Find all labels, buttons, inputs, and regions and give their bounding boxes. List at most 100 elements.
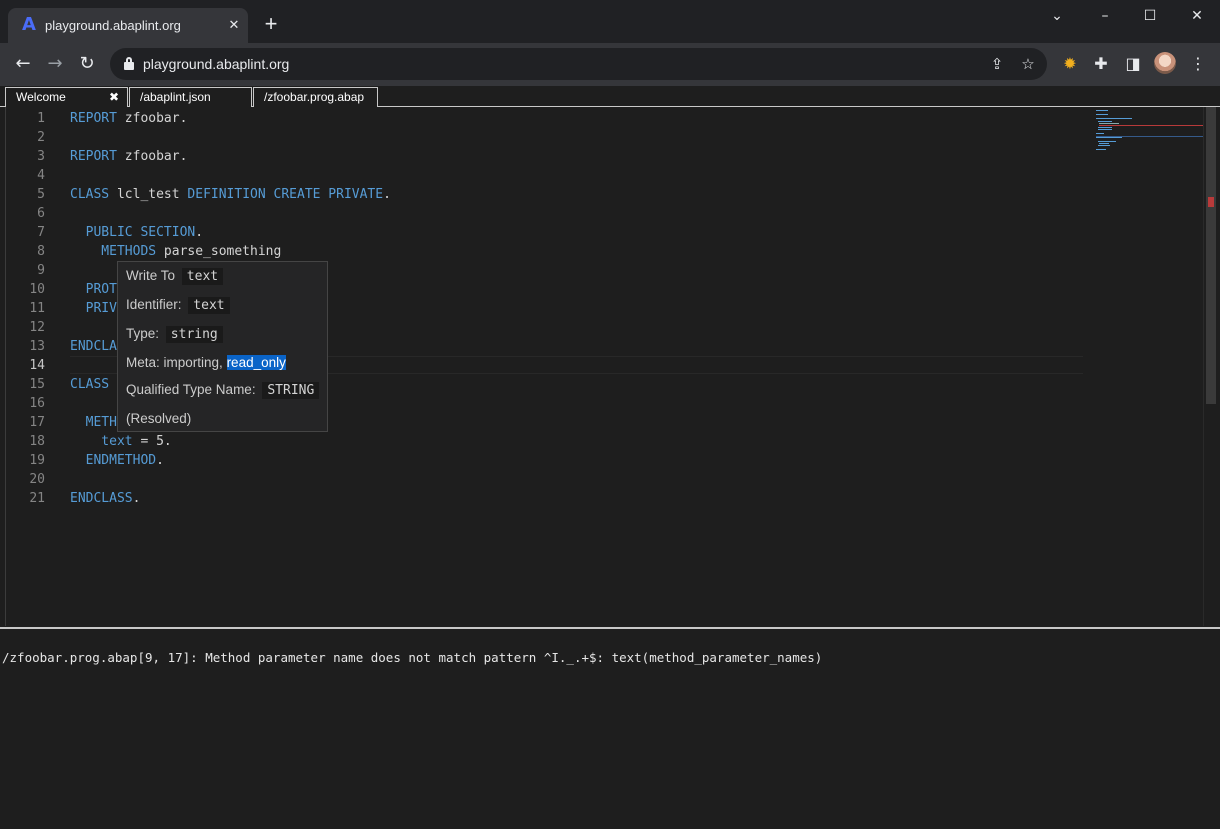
code-text[interactable]: CLASS bbox=[70, 375, 109, 394]
line-number: 9 bbox=[37, 263, 45, 278]
forward-arrow-icon[interactable]: → bbox=[42, 51, 68, 77]
url-text[interactable]: playground.abaplint.org bbox=[143, 56, 289, 72]
hover-identifier: Identifier: text bbox=[126, 295, 230, 315]
maximize-button[interactable]: ☐ bbox=[1135, 4, 1165, 28]
star-icon[interactable]: ☆ bbox=[1017, 53, 1039, 75]
code-text[interactable]: REPORT zfoobar. bbox=[70, 147, 187, 166]
code-keyword: PUBLIC SECTION bbox=[70, 225, 196, 240]
line-number: 16 bbox=[29, 396, 45, 411]
code-text[interactable]: REPORT zfoobar. bbox=[70, 109, 187, 128]
code-line[interactable]: 4 bbox=[6, 166, 1086, 185]
editor-tab-bar: Welcome ✖ /abaplint.json /zfoobar.prog.a… bbox=[0, 86, 1220, 108]
code-text[interactable]: METHODS parse_something bbox=[70, 242, 281, 261]
code-identifier: zfoobar. bbox=[116, 111, 188, 126]
scroll-thumb[interactable] bbox=[1206, 107, 1216, 404]
code-text[interactable]: ENDCLASS. bbox=[70, 489, 140, 508]
close-tab-icon[interactable]: ✕ bbox=[225, 16, 243, 34]
code-line[interactable]: 19 ENDMETHOD. bbox=[6, 451, 1086, 470]
browser-toolbar: ← → ↻ playground.abaplint.org ⇪ ☆ ✹ ✚ ◨ … bbox=[0, 43, 1220, 86]
code-identifier: . bbox=[195, 225, 204, 240]
tab-zfoobar-label: /zfoobar.prog.abap bbox=[264, 90, 365, 104]
code-keyword: METHODS bbox=[70, 244, 157, 259]
code-keyword: ENDCLA bbox=[70, 339, 117, 354]
code-text[interactable]: METH bbox=[70, 413, 117, 432]
problem-message[interactable]: /zfoobar.prog.abap[9, 17]: Method parame… bbox=[2, 650, 822, 665]
code-keyword: ENDCLASS bbox=[70, 491, 133, 506]
hover-write-to: Write To text bbox=[126, 266, 224, 286]
reload-icon[interactable]: ↻ bbox=[74, 51, 100, 77]
error-marker bbox=[1208, 197, 1214, 207]
code-text[interactable]: PRIV bbox=[70, 299, 117, 318]
code-text[interactable]: ENDCLA bbox=[70, 337, 117, 356]
code-text[interactable]: PROT bbox=[70, 280, 117, 299]
code-keyword: REPORT bbox=[70, 111, 117, 126]
browser-tab[interactable]: A playground.abaplint.org ✕ bbox=[8, 8, 248, 43]
tab-abaplint-json-label: /abaplint.json bbox=[140, 90, 211, 104]
puzzle-icon[interactable]: ✚ bbox=[1088, 51, 1114, 77]
code-keyword: CLASS bbox=[70, 377, 110, 392]
line-number: 15 bbox=[29, 377, 45, 392]
code-text[interactable]: CLASS lcl_test DEFINITION CREATE PRIVATE… bbox=[70, 185, 391, 204]
code-line[interactable]: 5 CLASS lcl_test DEFINITION CREATE PRIVAT… bbox=[6, 185, 1086, 204]
code-line[interactable]: 21 ENDCLASS. bbox=[6, 489, 1086, 508]
line-number: 13 bbox=[29, 339, 45, 354]
code-line[interactable]: 1 REPORT zfoobar. bbox=[6, 109, 1086, 128]
tab-abaplint-json[interactable]: /abaplint.json bbox=[129, 87, 252, 107]
minimize-button[interactable]: – bbox=[1090, 4, 1120, 28]
editor-scrollbar[interactable] bbox=[1203, 107, 1217, 626]
line-number: 2 bbox=[37, 130, 45, 145]
code-keyword: PRIV bbox=[70, 301, 117, 316]
sidepanel-icon[interactable]: ◨ bbox=[1120, 51, 1146, 77]
code-line[interactable]: 2 bbox=[6, 128, 1086, 147]
close-icon[interactable]: ✖ bbox=[109, 88, 119, 107]
line-number: 18 bbox=[29, 434, 45, 449]
code-line[interactable]: 18 text = 5. bbox=[6, 432, 1086, 451]
tab-zfoobar-prog-abap[interactable]: /zfoobar.prog.abap bbox=[253, 87, 378, 108]
extension-icon[interactable]: ✹ bbox=[1057, 51, 1083, 77]
avatar[interactable] bbox=[1154, 52, 1176, 74]
browser-tab-title: playground.abaplint.org bbox=[45, 18, 181, 33]
hover-type-value: string bbox=[165, 326, 223, 343]
share-icon[interactable]: ⇪ bbox=[986, 53, 1008, 75]
code-identifier: = 5. bbox=[132, 434, 172, 449]
hover-write-to-value: text bbox=[181, 268, 224, 285]
line-number: 7 bbox=[37, 225, 45, 240]
hover-qualified-type: Qualified Type Name: STRING bbox=[126, 380, 320, 400]
code-line[interactable]: 8 METHODS parse_something bbox=[6, 242, 1086, 261]
line-number: 3 bbox=[37, 149, 45, 164]
code-keyword: ENDMETHOD bbox=[70, 453, 157, 468]
new-tab-button[interactable]: + bbox=[260, 13, 282, 35]
line-number: 21 bbox=[29, 491, 45, 506]
hover-identifier-value: text bbox=[188, 297, 230, 314]
code-text[interactable]: PUBLIC SECTION. bbox=[70, 223, 203, 242]
line-number: 8 bbox=[37, 244, 45, 259]
code-keyword: REPORT bbox=[70, 149, 117, 164]
code-keyword: DEFINITION CREATE PRIVATE bbox=[187, 187, 384, 202]
line-number: 5 bbox=[37, 187, 45, 202]
code-text[interactable]: ENDMETHOD. bbox=[70, 451, 164, 470]
code-line[interactable]: 7 PUBLIC SECTION. bbox=[6, 223, 1086, 242]
line-number: 10 bbox=[29, 282, 45, 297]
code-keyword: PROT bbox=[70, 282, 117, 297]
code-identifier: parse_something bbox=[156, 244, 282, 259]
tab-welcome[interactable]: Welcome ✖ bbox=[5, 87, 128, 107]
code-line[interactable]: 6 bbox=[6, 204, 1086, 223]
line-number: 20 bbox=[29, 472, 45, 487]
close-window-button[interactable]: ✕ bbox=[1182, 4, 1212, 28]
lock-icon[interactable] bbox=[124, 57, 134, 70]
kebab-menu-icon[interactable]: ⋮ bbox=[1185, 51, 1211, 77]
code-line[interactable]: 3 REPORT zfoobar. bbox=[6, 147, 1086, 166]
address-bar[interactable]: playground.abaplint.org ⇪ ☆ bbox=[110, 48, 1047, 80]
code-line[interactable]: 20 bbox=[6, 470, 1086, 489]
line-number: 1 bbox=[37, 111, 45, 126]
hover-type: Type: string bbox=[126, 324, 223, 344]
line-number: 4 bbox=[37, 168, 45, 183]
tab-welcome-label: Welcome bbox=[16, 90, 66, 104]
tab-search-icon[interactable]: ⌄ bbox=[1042, 4, 1072, 28]
code-identifier: lcl_test bbox=[109, 187, 188, 202]
minimap[interactable] bbox=[1089, 107, 1209, 626]
code-text[interactable]: text = 5. bbox=[70, 432, 172, 451]
line-number: 6 bbox=[37, 206, 45, 221]
hover-meta: Meta: importing, read_only bbox=[126, 355, 286, 370]
back-arrow-icon[interactable]: ← bbox=[10, 51, 36, 77]
